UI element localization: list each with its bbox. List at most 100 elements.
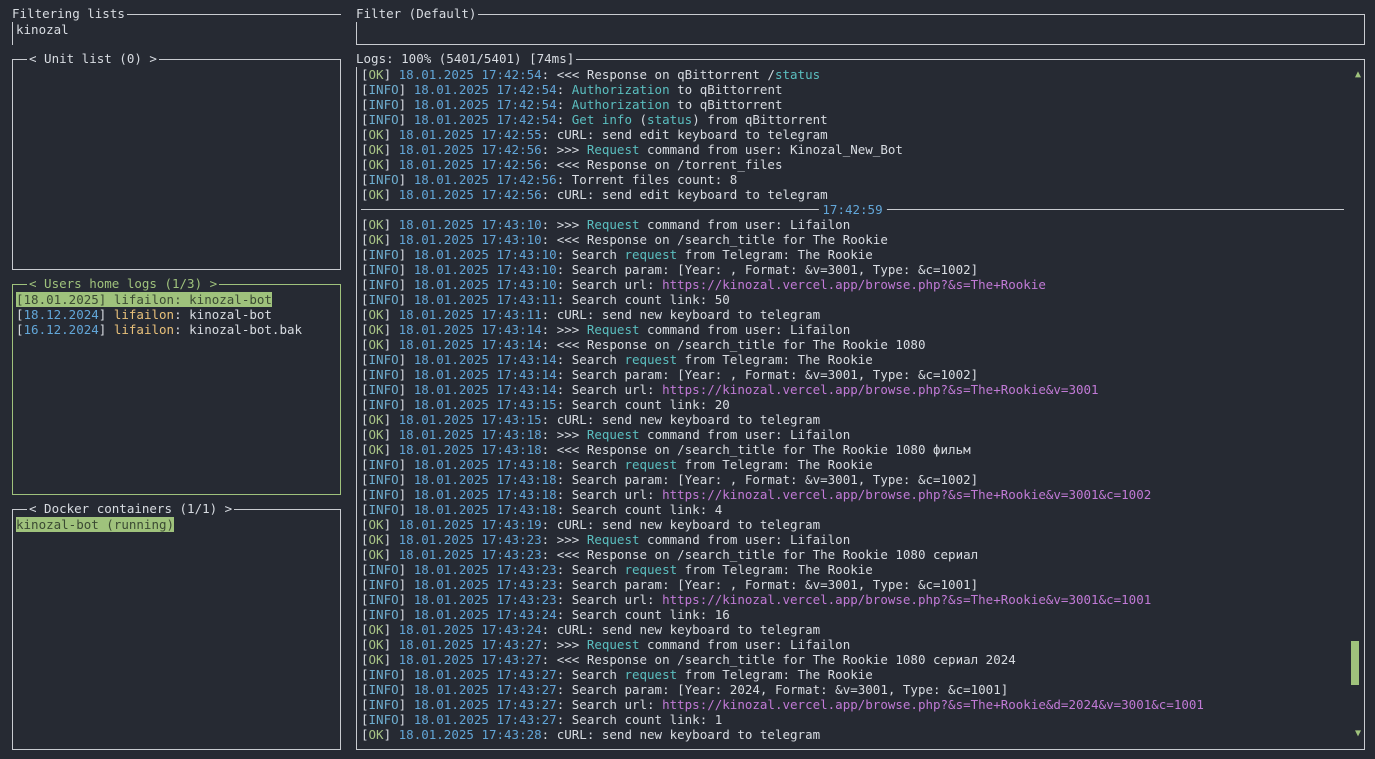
log-timestamp: 18.01.2025 17:43:27	[413, 712, 557, 727]
log-line: [OK] 18.01.2025 17:43:27: >>> Request co…	[361, 637, 851, 652]
log-text: https://kinozal.vercel.app/browse.php?&s…	[662, 277, 1046, 292]
users-logs-item[interactable]: [18.12.2024] lifailon: kinozal-bot	[16, 307, 302, 322]
log-text: Search param: [Year: , Format: &v=3001, …	[571, 472, 979, 487]
log-level: OK	[368, 652, 384, 667]
filter-panel[interactable]: Filter (Default)	[356, 6, 1365, 45]
separator-time: 17:42:59	[818, 202, 887, 217]
log-timestamp: 18.01.2025 17:43:10	[413, 247, 557, 262]
log-timestamp: 18.01.2025 17:42:54	[413, 97, 557, 112]
log-text: Search	[571, 667, 625, 682]
log-timestamp: 18.01.2025 17:42:56	[398, 187, 542, 202]
log-level: INFO	[368, 472, 399, 487]
log-text: to qBittorrent	[669, 82, 783, 97]
log-line: [OK] 18.01.2025 17:43:18: >>> Request co…	[361, 427, 851, 442]
log-level: INFO	[368, 697, 399, 712]
log-text: from Telegram: The Rookie	[677, 352, 873, 367]
log-text: request	[624, 247, 678, 262]
log-level: INFO	[368, 367, 399, 382]
log-text: ) from qBittorrent	[692, 112, 828, 127]
log-level: OK	[368, 532, 384, 547]
log-level: OK	[368, 517, 384, 532]
users-logs-item[interactable]: [16.12.2024] lifailon: kinozal-bot.bak	[16, 322, 302, 337]
log-level: INFO	[368, 247, 399, 262]
log-text: from Telegram: The Rookie	[677, 562, 873, 577]
log-level: OK	[368, 217, 384, 232]
filtering-input[interactable]: kinozal	[16, 22, 69, 37]
log-level: OK	[368, 442, 384, 457]
filtering-lists-panel[interactable]: Filtering lists kinozal	[12, 6, 341, 45]
users-logs-list: [18.01.2025] lifailon: kinozal-bot [18.1…	[16, 292, 302, 337]
log-level: INFO	[368, 712, 399, 727]
log-line: [OK] 18.01.2025 17:42:54: <<< Response o…	[361, 67, 821, 82]
log-line: [OK] 18.01.2025 17:43:24: cURL: send new…	[361, 622, 821, 637]
users-home-logs-title[interactable]: < Users home logs (1/3) >	[27, 276, 220, 292]
log-line: [OK] 18.01.2025 17:43:23: >>> Request co…	[361, 532, 851, 547]
log-line: [OK] 18.01.2025 17:42:56: <<< Response o…	[361, 157, 783, 172]
log-text: command from user: Lifailon	[639, 427, 851, 442]
filter-title: Filter (Default)	[356, 6, 479, 22]
log-timestamp: 18.01.2025 17:42:54	[398, 67, 542, 82]
unit-list-panel[interactable]: < Unit list (0) >	[12, 51, 341, 270]
users-logs-item[interactable]: [18.01.2025] lifailon: kinozal-bot	[16, 292, 302, 307]
log-timestamp: 18.01.2025 17:42:56	[413, 172, 557, 187]
log-timestamp: 18.01.2025 17:43:11	[413, 292, 557, 307]
log-timestamp: 18.01.2025 17:43:14	[413, 367, 557, 382]
log-timestamp: 18.01.2025 17:43:27	[398, 637, 542, 652]
log-text: Get info	[571, 112, 632, 127]
log-line: [INFO] 18.01.2025 17:43:23: Search param…	[361, 577, 979, 592]
log-text: Search url:	[571, 487, 663, 502]
log-level: INFO	[368, 682, 399, 697]
log-timestamp: 18.01.2025 17:43:27	[413, 682, 557, 697]
container-label: kinozal-bot (running)	[16, 517, 175, 532]
log-text: cURL: send new keyboard to telegram	[556, 622, 821, 637]
scrollbar-thumb[interactable]	[1351, 641, 1359, 685]
log-timestamp: 18.01.2025 17:43:23	[413, 577, 557, 592]
logs-panel[interactable]: Logs: 100% (5401/5401) [74ms] [OK] 18.01…	[356, 51, 1365, 750]
log-level: OK	[368, 547, 384, 562]
log-timestamp: 18.01.2025 17:43:18	[398, 442, 542, 457]
log-text: command from user: Kinozal_New_Bot	[639, 142, 903, 157]
log-text: Search count link: 16	[571, 607, 730, 622]
log-line: [OK] 18.01.2025 17:43:28: cURL: send new…	[361, 727, 821, 742]
log-level: OK	[368, 412, 384, 427]
log-line: [OK] 18.01.2025 17:43:11: cURL: send new…	[361, 307, 821, 322]
log-timestamp: 18.01.2025 17:43:18	[413, 457, 557, 472]
log-text: Search param: [Year: , Format: &v=3001, …	[571, 367, 979, 382]
log-line: [INFO] 18.01.2025 17:43:27: Search reque…	[361, 667, 873, 682]
log-timestamp: 18.01.2025 17:43:23	[398, 532, 542, 547]
log-timestamp: 18.01.2025 17:43:15	[398, 412, 542, 427]
log-timestamp: 18.01.2025 17:43:23	[413, 592, 557, 607]
log-level: OK	[368, 142, 384, 157]
log-lines-after: [OK] 18.01.2025 17:43:10: >>> Request co…	[361, 217, 1344, 742]
log-text: request	[624, 562, 678, 577]
log-timestamp: 18.01.2025 17:43:24	[413, 607, 557, 622]
scrollbar-track[interactable]	[1351, 82, 1359, 727]
log-text: cURL: send new keyboard to telegram	[556, 412, 821, 427]
log-level: INFO	[368, 667, 399, 682]
log-timestamp: 18.01.2025 17:42:54	[413, 82, 557, 97]
log-level: OK	[368, 337, 384, 352]
log-level: OK	[368, 307, 384, 322]
unit-list-title[interactable]: < Unit list (0) >	[27, 51, 159, 67]
log-level: INFO	[368, 97, 399, 112]
docker-containers-panel[interactable]: < Docker containers (1/1) > kinozal-bot …	[12, 501, 341, 750]
log-line: [INFO] 18.01.2025 17:43:18: Search reque…	[361, 457, 873, 472]
log-text: Request	[586, 532, 640, 547]
log-line: [OK] 18.01.2025 17:43:10: >>> Request co…	[361, 217, 851, 232]
log-text: Authorization	[571, 82, 670, 97]
log-level: INFO	[368, 562, 399, 577]
log-level: INFO	[368, 172, 399, 187]
log-text: Search url:	[571, 382, 663, 397]
log-timestamp: 18.01.2025 17:43:18	[413, 472, 557, 487]
scroll-up-icon[interactable]: ▲	[1355, 70, 1361, 80]
log-text: >>>	[556, 142, 587, 157]
docker-container-item[interactable]: kinozal-bot (running)	[16, 517, 175, 532]
log-text: from Telegram: The Rookie	[677, 457, 873, 472]
users-home-logs-panel[interactable]: < Users home logs (1/3) > [18.01.2025] l…	[12, 276, 341, 495]
docker-containers-title[interactable]: < Docker containers (1/1) >	[27, 501, 235, 517]
log-timestamp: 18.01.2025 17:43:23	[398, 547, 542, 562]
log-timestamp: 18.01.2025 17:43:18	[398, 427, 542, 442]
scroll-down-icon[interactable]: ▼	[1355, 729, 1361, 739]
log-level: INFO	[368, 397, 399, 412]
log-level: INFO	[368, 292, 399, 307]
